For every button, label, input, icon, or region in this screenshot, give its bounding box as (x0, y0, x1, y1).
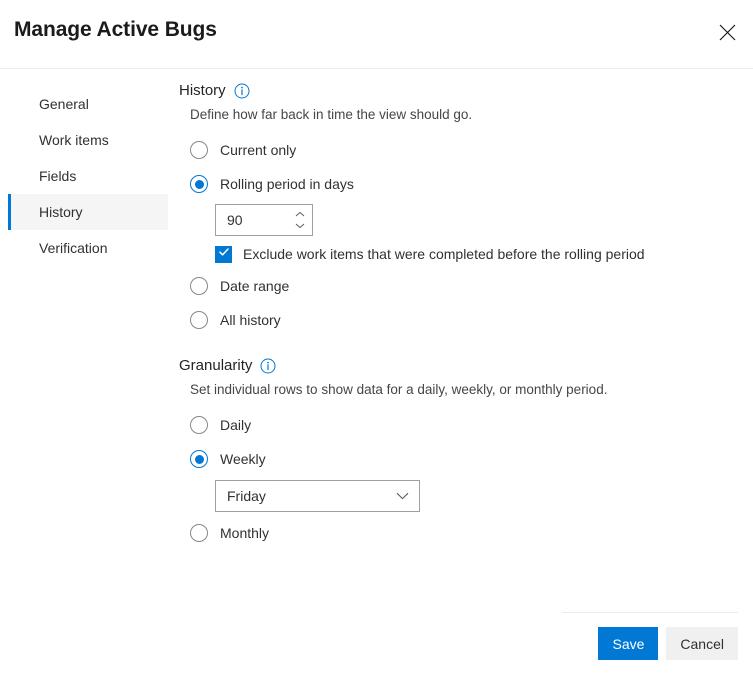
settings-sidebar: General Work items Fields History Verifi… (8, 86, 168, 266)
radio-rolling-period[interactable]: Rolling period in days (190, 167, 719, 201)
sidebar-item-general[interactable]: General (8, 86, 168, 122)
stepper-arrows (290, 205, 312, 235)
dialog-footer: Save Cancel (598, 627, 738, 660)
granularity-section: Granularity Set individual rows to show … (179, 357, 719, 550)
rolling-days-value[interactable]: 90 (216, 205, 290, 235)
radio-label: All history (220, 311, 281, 329)
radio-label: Weekly (220, 450, 266, 468)
manage-active-bugs-dialog: Manage Active Bugs General Work items Fi… (0, 0, 753, 684)
sidebar-item-verification[interactable]: Verification (8, 230, 168, 266)
sidebar-item-label: Verification (39, 240, 107, 256)
checkbox-label: Exclude work items that were completed b… (243, 246, 645, 262)
info-icon[interactable] (234, 83, 250, 99)
save-button[interactable]: Save (598, 627, 658, 660)
close-button[interactable] (709, 14, 745, 50)
check-icon (218, 245, 230, 263)
radio-label: Current only (220, 141, 296, 159)
granularity-description: Set individual rows to show data for a d… (190, 380, 719, 400)
sidebar-item-label: Work items (39, 132, 109, 148)
dialog-header: Manage Active Bugs (0, 0, 753, 68)
chevron-down-icon (396, 487, 409, 505)
radio-label: Monthly (220, 524, 269, 542)
info-icon[interactable] (260, 358, 276, 374)
sidebar-item-work-items[interactable]: Work items (8, 122, 168, 158)
history-section: History Define how far back in time the … (179, 82, 719, 337)
rolling-days-stepper[interactable]: 90 (215, 204, 313, 236)
page-title: Manage Active Bugs (14, 18, 217, 42)
radio-label: Date range (220, 277, 289, 295)
sidebar-item-label: History (39, 204, 83, 220)
chevron-down-icon[interactable] (295, 223, 305, 229)
granularity-heading: Granularity (179, 357, 719, 374)
radio-date-range[interactable]: Date range (190, 269, 719, 303)
radio-indicator (190, 416, 208, 434)
radio-all-history[interactable]: All history (190, 303, 719, 337)
cancel-button[interactable]: Cancel (666, 627, 738, 660)
radio-current-only[interactable]: Current only (190, 133, 719, 167)
radio-indicator (190, 311, 208, 329)
history-heading-label: History (179, 82, 226, 99)
weekday-dropdown-value: Friday (227, 488, 266, 504)
radio-indicator (190, 524, 208, 542)
weekday-dropdown[interactable]: Friday (215, 480, 420, 512)
granularity-heading-label: Granularity (179, 357, 252, 374)
radio-indicator (190, 450, 208, 468)
radio-indicator (190, 141, 208, 159)
sidebar-item-label: Fields (39, 168, 76, 184)
exclude-completed-checkbox[interactable]: Exclude work items that were completed b… (215, 239, 719, 269)
close-icon (719, 24, 736, 41)
history-heading: History (179, 82, 719, 99)
sidebar-item-label: General (39, 96, 89, 112)
sidebar-item-history[interactable]: History (8, 194, 168, 230)
settings-content: History Define how far back in time the … (179, 82, 719, 550)
radio-daily[interactable]: Daily (190, 408, 719, 442)
radio-indicator (190, 175, 208, 193)
radio-weekly[interactable]: Weekly (190, 442, 719, 476)
sidebar-item-fields[interactable]: Fields (8, 158, 168, 194)
chevron-up-icon[interactable] (295, 211, 305, 217)
header-divider (0, 68, 753, 69)
checkbox-indicator (215, 246, 232, 263)
radio-label: Rolling period in days (220, 175, 354, 193)
radio-label: Daily (220, 416, 251, 434)
history-description: Define how far back in time the view sho… (190, 105, 719, 125)
footer-divider (562, 612, 738, 613)
radio-monthly[interactable]: Monthly (190, 516, 719, 550)
radio-indicator (190, 277, 208, 295)
